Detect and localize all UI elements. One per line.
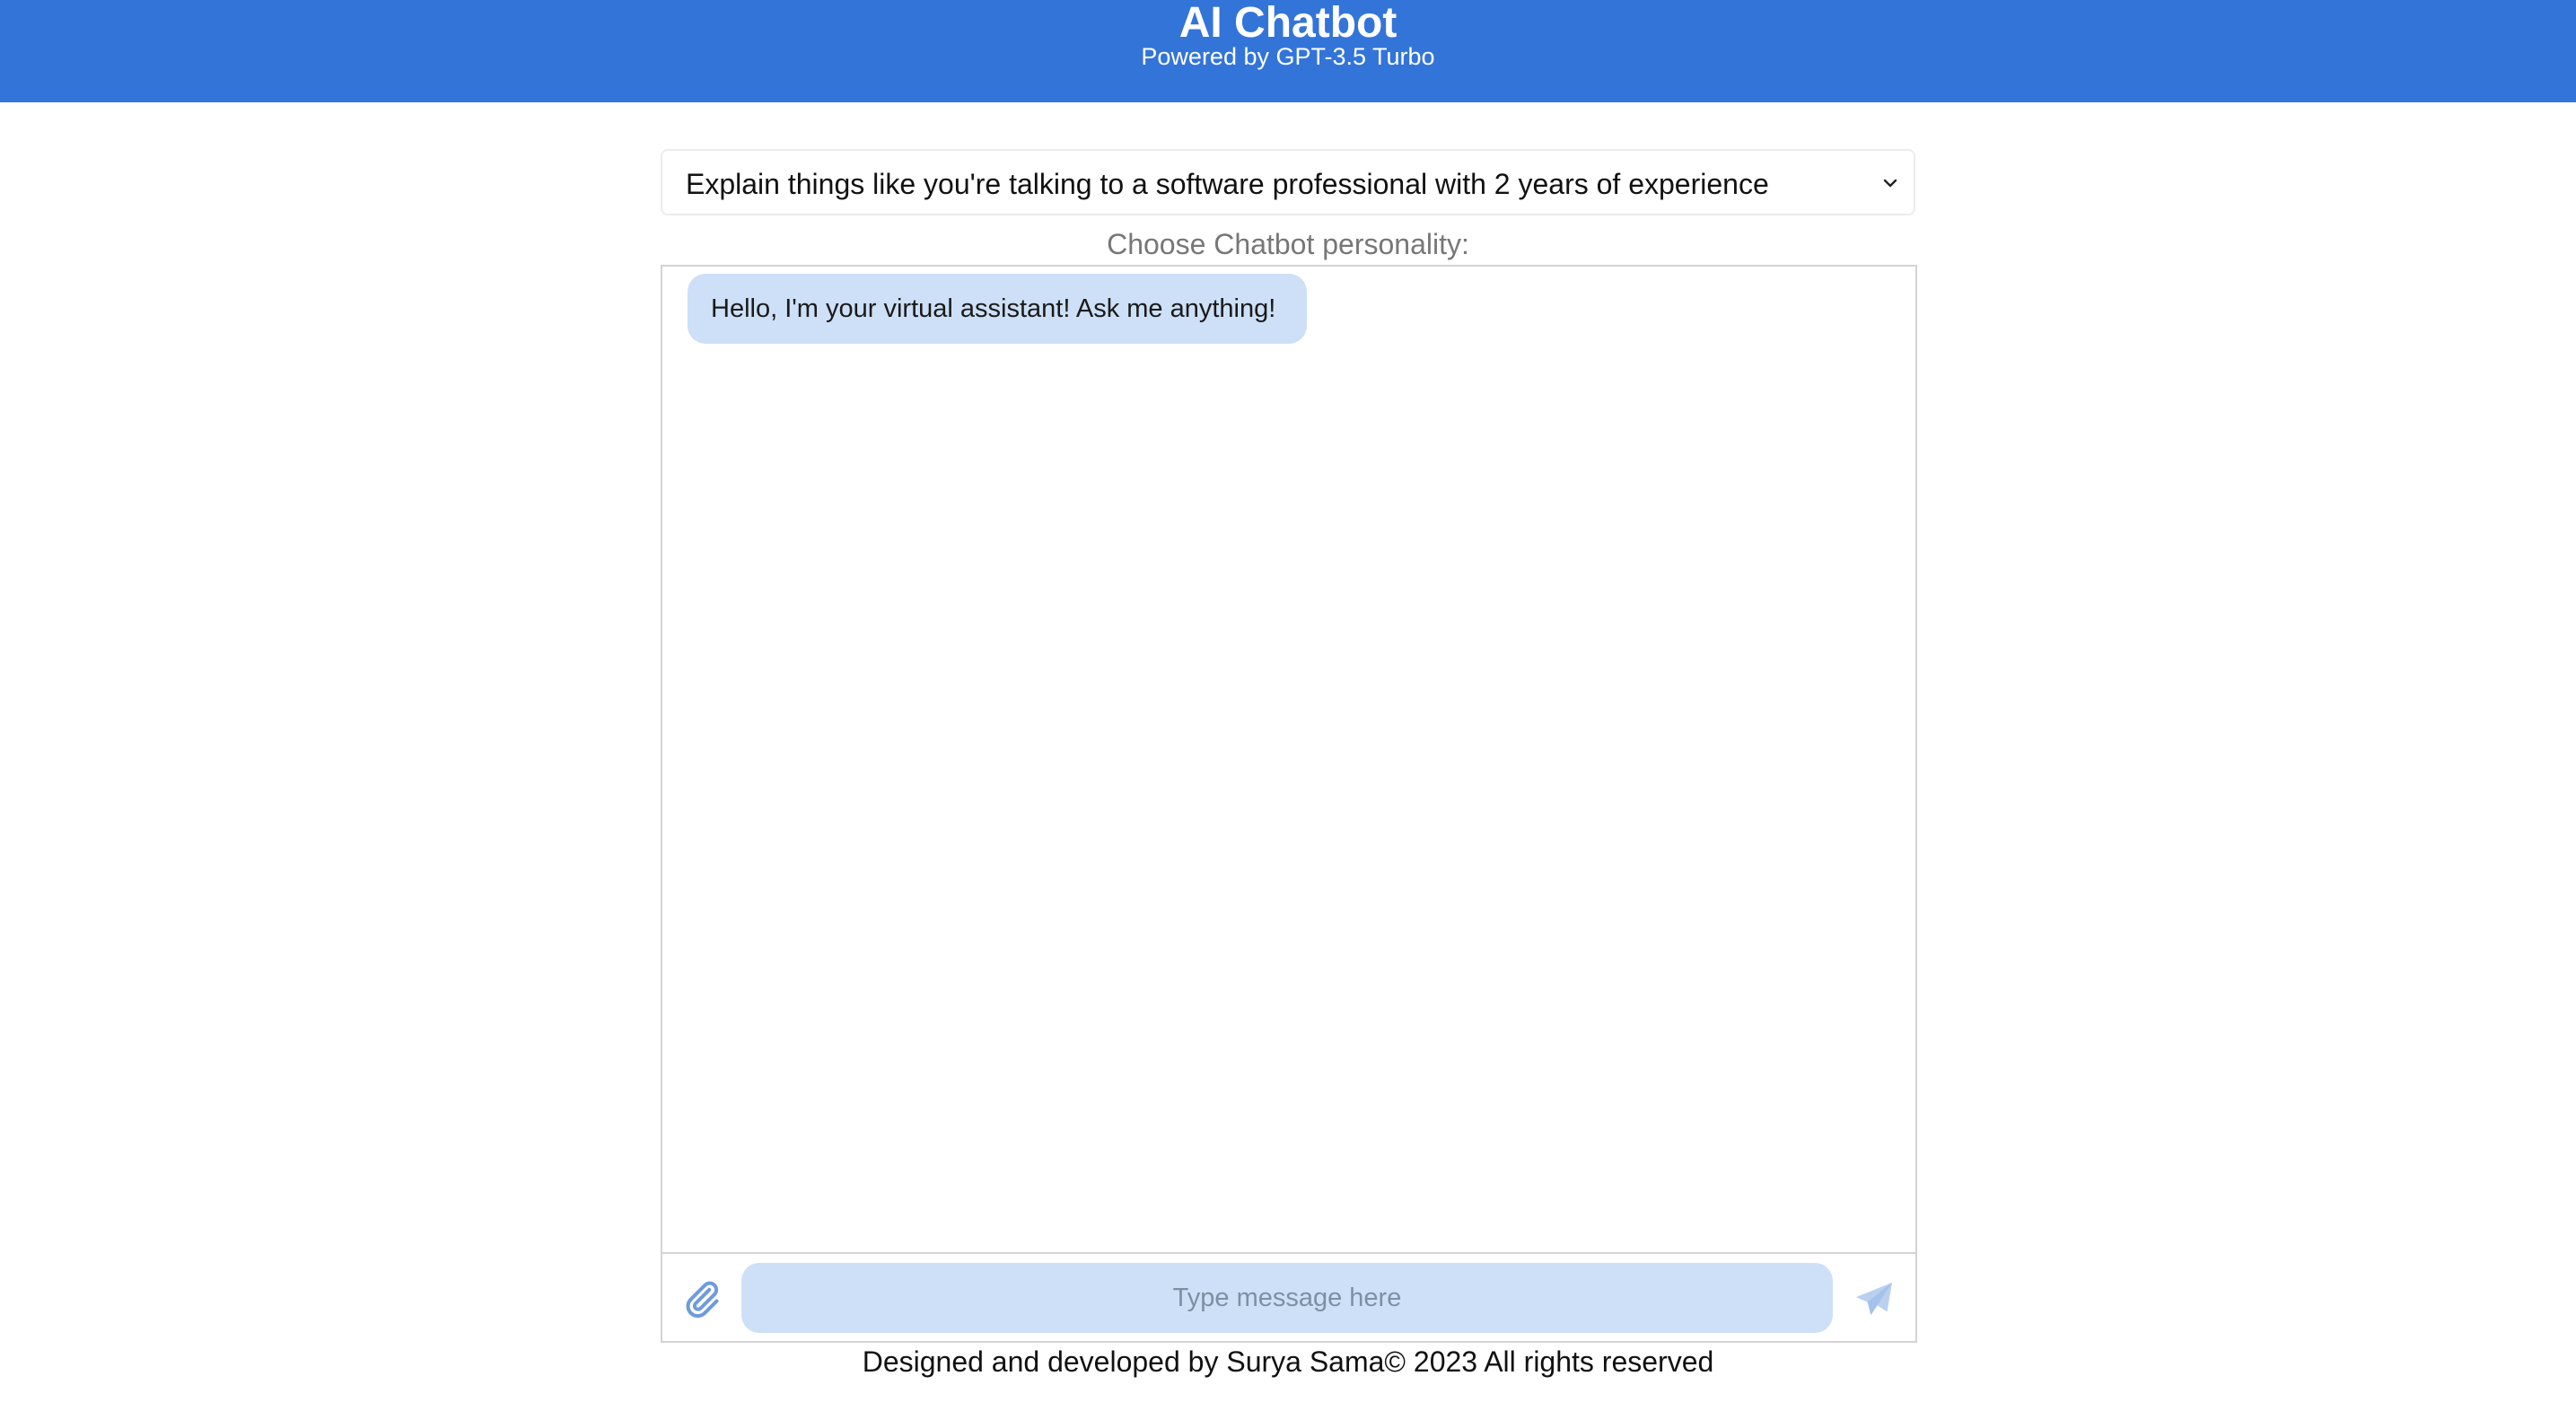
- personality-select[interactable]: Explain things like you're talking to a …: [661, 149, 1915, 215]
- chevron-down-icon: [1883, 179, 1897, 188]
- personality-label: Choose Chatbot personality:: [1107, 228, 1469, 260]
- personality-select-value: Explain things like you're talking to a …: [686, 168, 1769, 200]
- send-icon[interactable]: [1854, 1281, 1894, 1317]
- chat-window[interactable]: Hello, I'm your virtual assistant! Ask m…: [661, 265, 1917, 1343]
- app-subtitle: Powered by GPT-3.5 Turbo: [1141, 43, 1435, 70]
- message-input[interactable]: [741, 1263, 1833, 1333]
- message-composer: [662, 1252, 1915, 1341]
- footer-copyright: Designed and developed by Surya Sama© 20…: [862, 1345, 1714, 1378]
- paperclip-icon[interactable]: [682, 1279, 722, 1319]
- app-header: AI Chatbot Powered by GPT-3.5 Turbo: [0, 0, 2576, 102]
- bot-message-bubble: Hello, I'm your virtual assistant! Ask m…: [688, 274, 1307, 344]
